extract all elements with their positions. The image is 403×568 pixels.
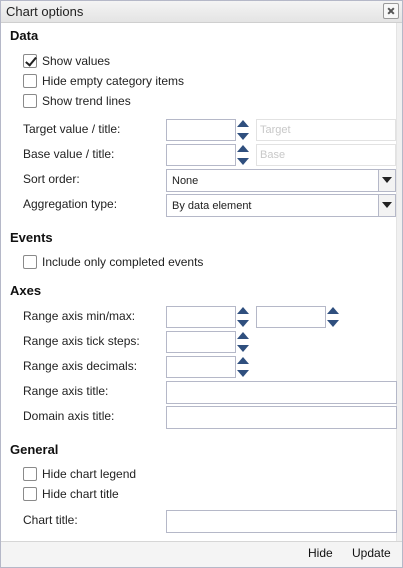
aggregation-value: By data element	[172, 200, 252, 212]
tick-steps-spinner[interactable]	[235, 331, 252, 353]
tick-steps-label: Range axis tick steps:	[23, 334, 140, 348]
title-bar: Chart options	[1, 1, 402, 23]
domain-title-input[interactable]	[166, 406, 397, 429]
footer-toolbar: Hide Update	[1, 541, 402, 567]
sort-order-value: None	[172, 175, 199, 187]
chevron-down-icon[interactable]	[378, 170, 395, 191]
spinner-up-icon[interactable]	[237, 307, 249, 314]
base-label: Base value / title:	[23, 147, 115, 161]
base-value-input[interactable]	[166, 144, 236, 166]
spinner-up-icon[interactable]	[237, 120, 249, 127]
range-title-label: Range axis title:	[23, 384, 109, 398]
base-value-spinner[interactable]	[235, 144, 252, 166]
range-title-input[interactable]	[166, 381, 397, 404]
section-heading-axes: Axes	[10, 283, 42, 298]
target-label: Target value / title:	[23, 122, 121, 136]
show-trend-row[interactable]: Show trend lines	[23, 93, 131, 109]
completed-events-label: Include only completed events	[42, 255, 204, 269]
spinner-down-icon[interactable]	[327, 320, 339, 327]
decimals-input[interactable]	[166, 356, 236, 378]
decimals-label: Range axis decimals:	[23, 359, 138, 373]
show-values-checkbox[interactable]	[23, 54, 37, 68]
hide-empty-label: Hide empty category items	[42, 74, 185, 88]
show-values-row[interactable]: Show values	[23, 53, 110, 69]
range-min-input[interactable]	[166, 306, 236, 328]
hide-legend-row[interactable]: Hide chart legend	[23, 466, 136, 482]
chart-options-window: Chart options Data Show values Hide empt…	[0, 0, 403, 568]
range-min-spinner[interactable]	[235, 306, 252, 328]
section-heading-events: Events	[10, 230, 53, 245]
sort-order-select[interactable]: None	[166, 169, 396, 192]
spinner-down-icon[interactable]	[237, 320, 249, 327]
range-max-spinner[interactable]	[325, 306, 342, 328]
spinner-down-icon[interactable]	[237, 345, 249, 352]
close-icon[interactable]	[383, 3, 399, 19]
spinner-up-icon[interactable]	[327, 307, 339, 314]
range-minmax-label: Range axis min/max:	[23, 309, 136, 323]
sort-order-label: Sort order:	[23, 172, 80, 186]
spinner-up-icon[interactable]	[237, 357, 249, 364]
hide-title-row[interactable]: Hide chart title	[23, 486, 119, 502]
section-heading-general: General	[10, 442, 59, 457]
spinner-up-icon[interactable]	[237, 332, 249, 339]
hide-empty-checkbox[interactable]	[23, 74, 37, 88]
decimals-spinner[interactable]	[235, 356, 252, 378]
hide-button[interactable]: Hide	[308, 546, 333, 560]
aggregation-label: Aggregation type:	[23, 197, 118, 211]
completed-events-checkbox[interactable]	[23, 255, 37, 269]
scrollbar[interactable]	[396, 23, 402, 541]
hide-title-checkbox[interactable]	[23, 487, 37, 501]
domain-title-label: Domain axis title:	[23, 409, 115, 423]
show-trend-checkbox[interactable]	[23, 94, 37, 108]
hide-empty-row[interactable]: Hide empty category items	[23, 73, 184, 89]
range-max-input[interactable]	[256, 306, 326, 328]
spinner-down-icon[interactable]	[237, 158, 249, 165]
hide-title-label: Hide chart title	[42, 487, 119, 501]
target-value-input[interactable]	[166, 119, 236, 141]
show-values-label: Show values	[42, 54, 111, 68]
base-title-input[interactable]: Base	[256, 144, 396, 166]
chevron-down-icon[interactable]	[378, 195, 395, 216]
hide-legend-label: Hide chart legend	[42, 467, 137, 481]
aggregation-select[interactable]: By data element	[166, 194, 396, 217]
target-title-input[interactable]: Target	[256, 119, 396, 141]
chart-title-input[interactable]	[166, 510, 397, 533]
tick-steps-input[interactable]	[166, 331, 236, 353]
window-title: Chart options	[6, 4, 84, 19]
target-value-spinner[interactable]	[235, 119, 252, 141]
section-heading-data: Data	[10, 28, 39, 43]
hide-legend-checkbox[interactable]	[23, 467, 37, 481]
completed-events-row[interactable]: Include only completed events	[23, 254, 203, 270]
chart-title-label: Chart title:	[23, 513, 78, 527]
spinner-down-icon[interactable]	[237, 133, 249, 140]
spinner-down-icon[interactable]	[237, 370, 249, 377]
spinner-up-icon[interactable]	[237, 145, 249, 152]
show-trend-label: Show trend lines	[42, 94, 131, 108]
update-button[interactable]: Update	[352, 546, 391, 560]
